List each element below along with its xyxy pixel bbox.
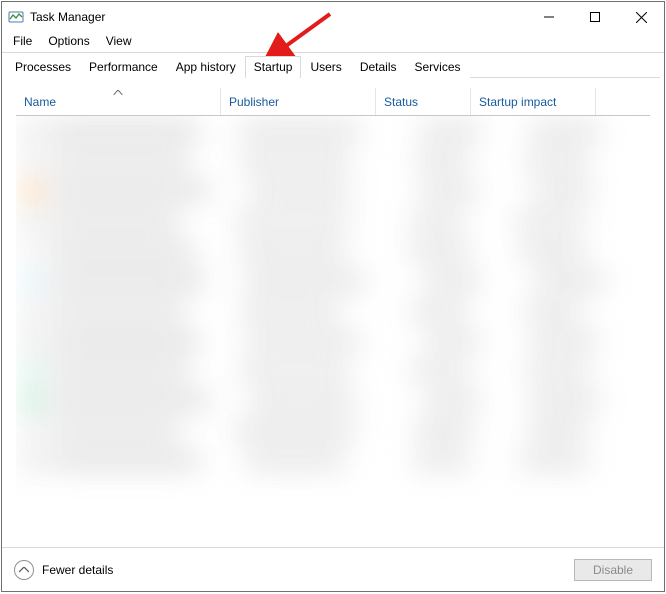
- column-header-status[interactable]: Status: [376, 88, 471, 115]
- startup-list[interactable]: [16, 116, 650, 543]
- menu-file[interactable]: File: [6, 32, 39, 50]
- disable-button[interactable]: Disable: [574, 559, 652, 581]
- sort-ascending-icon: [114, 87, 123, 97]
- tab-users[interactable]: Users: [301, 56, 350, 78]
- column-header-startup-impact[interactable]: Startup impact: [471, 88, 596, 115]
- tab-services[interactable]: Services: [406, 56, 470, 78]
- task-manager-icon: [8, 9, 24, 25]
- tab-details[interactable]: Details: [351, 56, 406, 78]
- tab-processes[interactable]: Processes: [6, 56, 80, 78]
- tab-performance[interactable]: Performance: [80, 56, 167, 78]
- titlebar: Task Manager: [2, 2, 664, 32]
- tabstrip-container: Processes Performance App history Startu…: [2, 52, 664, 78]
- tab-app-history[interactable]: App history: [167, 56, 245, 78]
- startup-panel: Name Publisher Status Startup impact: [2, 78, 664, 547]
- minimize-button[interactable]: [526, 2, 572, 32]
- task-manager-window: Task Manager File Options View Processes…: [1, 1, 665, 592]
- column-header-row: Name Publisher Status Startup impact: [16, 88, 650, 116]
- window-controls: [526, 2, 664, 32]
- menu-options[interactable]: Options: [41, 32, 96, 50]
- menu-view[interactable]: View: [99, 32, 139, 50]
- close-button[interactable]: [618, 2, 664, 32]
- window-title: Task Manager: [30, 10, 105, 24]
- maximize-button[interactable]: [572, 2, 618, 32]
- fewer-details-label: Fewer details: [42, 563, 113, 577]
- column-header-name[interactable]: Name: [16, 88, 221, 115]
- fewer-details-toggle[interactable]: Fewer details: [14, 560, 113, 580]
- menu-bar: File Options View: [2, 32, 664, 52]
- tabstrip: Processes Performance App history Startu…: [6, 55, 660, 78]
- footer-bar: Fewer details Disable: [2, 547, 664, 591]
- blurred-content: [16, 116, 650, 543]
- column-header-publisher[interactable]: Publisher: [221, 88, 376, 115]
- tab-startup[interactable]: Startup: [245, 56, 302, 78]
- chevron-up-icon: [14, 560, 34, 580]
